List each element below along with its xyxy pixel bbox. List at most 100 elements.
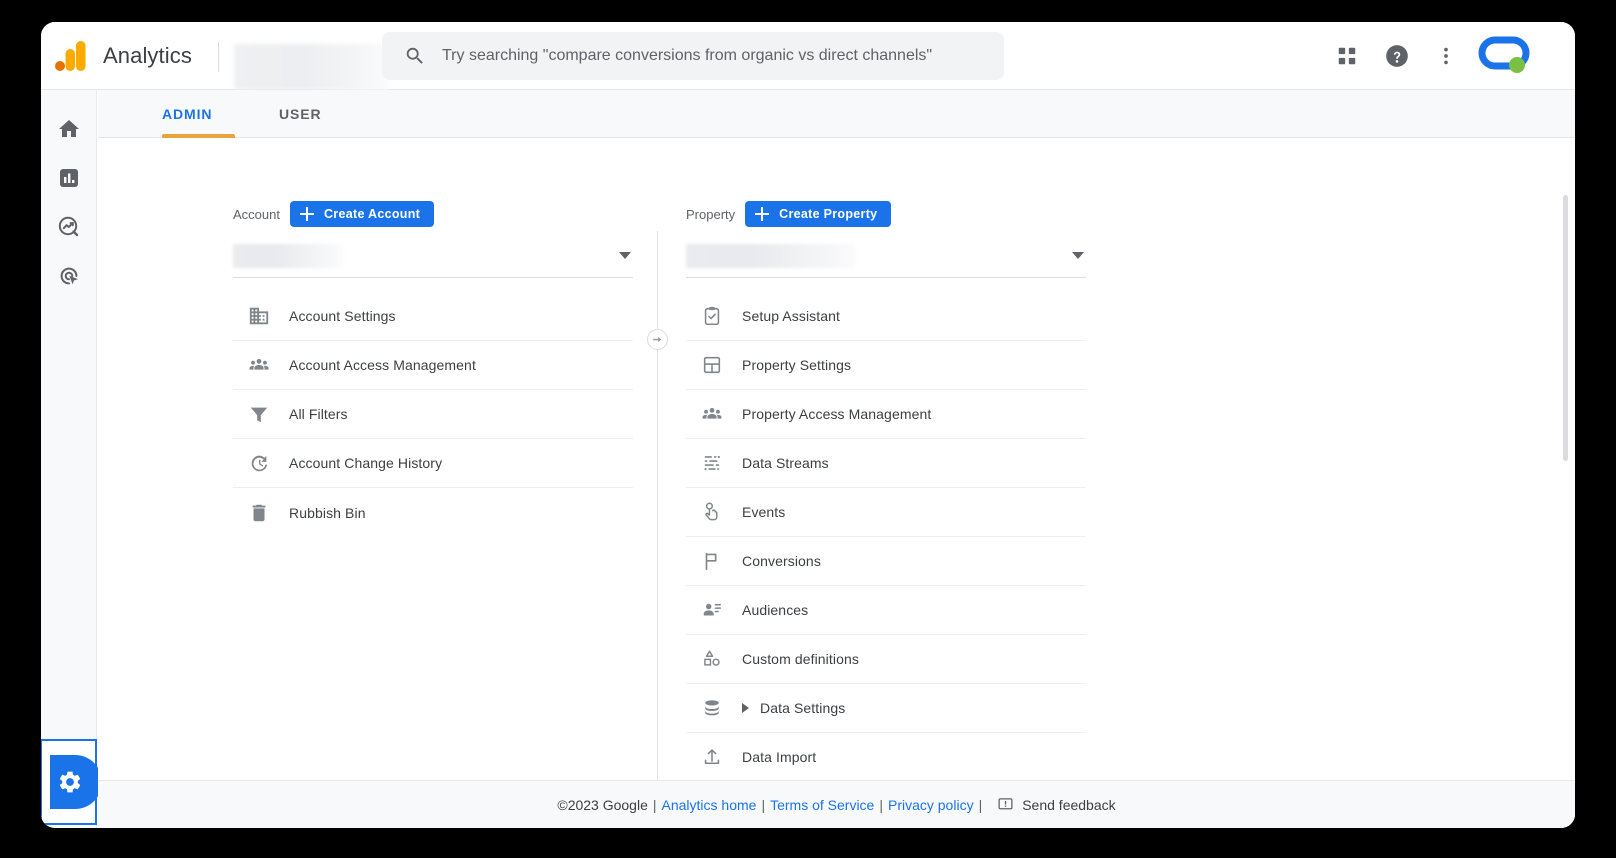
menu-item-all-filters[interactable]: All Filters: [233, 390, 633, 439]
sidebar-item-home[interactable]: [53, 113, 85, 145]
menu-item-data-import[interactable]: Data Import: [686, 733, 1086, 782]
apps-grid-icon[interactable]: [1327, 36, 1367, 76]
create-account-button[interactable]: Create Account: [289, 201, 435, 227]
menu-item-account-access-management[interactable]: Account Access Management: [233, 341, 633, 390]
target-cursor-icon: [60, 267, 78, 285]
clipboard-check-icon: [700, 304, 724, 328]
footer-separator: |: [879, 796, 883, 813]
send-feedback-label: Send feedback: [1022, 796, 1116, 813]
footer-link-analytics-home[interactable]: Analytics home: [662, 797, 757, 813]
data-streams-icon: [700, 451, 724, 475]
gear-icon: [56, 768, 84, 796]
upload-icon: [700, 745, 724, 769]
create-account-label: Create Account: [323, 207, 421, 221]
menu-item-label: Data Streams: [742, 455, 829, 471]
menu-item-account-settings[interactable]: Account Settings: [233, 292, 633, 341]
menu-item-label: Data Import: [742, 749, 817, 765]
screen-frame: Analytics Try searching "compare convers…: [0, 0, 1616, 858]
sidebar-item-advertising[interactable]: [53, 260, 85, 292]
admin-scroll-pane[interactable]: Account Create Account Account Settings …: [98, 139, 1575, 828]
property-selector-redacted-value: [686, 244, 856, 268]
search-input[interactable]: [440, 32, 990, 80]
account-selector[interactable]: [233, 242, 633, 278]
sidebar-item-admin[interactable]: [41, 739, 102, 825]
account-selector-redacted-value: [233, 244, 343, 268]
menu-item-label: Events: [742, 504, 786, 520]
menu-item-audiences[interactable]: Audiences: [686, 586, 1086, 635]
search-icon: [404, 45, 426, 67]
footer-separator: |: [652, 796, 657, 813]
tab-admin[interactable]: ADMIN: [162, 90, 212, 138]
history-clock-icon: [247, 451, 271, 475]
menu-item-property-settings[interactable]: Property Settings: [686, 341, 1086, 390]
analytics-window: Analytics Try searching "compare convers…: [41, 22, 1575, 828]
brand-divider: [218, 42, 219, 72]
menu-item-property-access-management[interactable]: Property Access Management: [686, 390, 1086, 439]
tab-active-underline: [162, 134, 235, 138]
expand-caret-icon[interactable]: [742, 703, 749, 713]
avatar[interactable]: [1473, 28, 1531, 86]
menu-item-rubbish-bin[interactable]: Rubbish Bin: [233, 488, 633, 537]
property-menu-list: Setup Assistant Property Settings Proper…: [686, 292, 1086, 828]
menu-item-data-streams[interactable]: Data Streams: [686, 439, 1086, 488]
people-group-icon: [700, 402, 724, 426]
footer-copyright: ©2023 Google: [557, 796, 648, 813]
sidebar-item-reports[interactable]: [53, 162, 85, 194]
explore-trend-icon: [58, 216, 79, 237]
layout-panel-icon: [700, 353, 724, 377]
column-divider: [657, 231, 658, 828]
menu-item-label: Account Access Management: [289, 357, 476, 373]
menu-item-events[interactable]: Events: [686, 488, 1086, 537]
account-column-header: Account Create Account: [233, 201, 435, 227]
footer: ©2023 Google | Analytics home | Terms of…: [98, 780, 1575, 828]
menu-item-label: Account Settings: [289, 308, 396, 324]
left-nav-rail: [41, 90, 102, 828]
scrollbar-thumb[interactable]: [1563, 195, 1568, 461]
trash-icon: [247, 501, 271, 525]
building-icon: [247, 304, 271, 328]
tap-hand-icon: [700, 500, 724, 524]
bar-chart-icon: [60, 169, 78, 187]
menu-item-setup-assistant[interactable]: Setup Assistant: [686, 292, 1086, 341]
footer-separator: |: [761, 796, 766, 813]
search-bar[interactable]: [382, 32, 1004, 80]
home-icon: [59, 120, 79, 137]
menu-item-label: Setup Assistant: [742, 308, 841, 324]
menu-item-label: All Filters: [289, 406, 348, 422]
chevron-down-icon: [619, 252, 631, 259]
menu-item-custom-definitions[interactable]: Custom definitions: [686, 635, 1086, 684]
plus-icon: [754, 206, 770, 222]
property-selector[interactable]: [686, 242, 1086, 278]
menu-item-label: Audiences: [742, 602, 809, 618]
database-icon: [700, 696, 724, 720]
people-group-icon: [247, 353, 271, 377]
footer-link-terms-of-service[interactable]: Terms of Service: [770, 797, 874, 813]
menu-item-conversions[interactable]: Conversions: [686, 537, 1086, 586]
property-column-header: Property Create Property: [686, 201, 892, 227]
chevron-down-icon: [1072, 252, 1084, 259]
top-app-bar: Analytics: [41, 22, 1575, 90]
account-name-redacted: [234, 44, 389, 90]
tab-user[interactable]: USER: [279, 90, 322, 138]
plus-icon: [299, 206, 315, 222]
admin-user-tabs: ADMIN USER: [98, 90, 1575, 138]
menu-item-label: Account Change History: [289, 455, 443, 471]
person-list-icon: [700, 598, 724, 622]
send-feedback-button[interactable]: Send feedback: [997, 796, 1116, 813]
arrow-right-circle-icon[interactable]: [647, 329, 668, 350]
sidebar-item-explore[interactable]: [53, 211, 85, 243]
account-column-label: Account: [233, 206, 280, 222]
more-vertical-icon[interactable]: [1426, 36, 1466, 76]
menu-item-label: Property Settings: [742, 357, 852, 373]
shapes-icon: [700, 647, 724, 671]
feedback-icon: [997, 796, 1014, 813]
page-title: Analytics: [103, 43, 192, 68]
menu-item-label: Rubbish Bin: [289, 504, 366, 521]
footer-separator: |: [978, 796, 983, 813]
menu-item-account-change-history[interactable]: Account Change History: [233, 439, 633, 488]
help-circle-icon[interactable]: [1377, 36, 1417, 76]
flag-icon: [700, 549, 724, 573]
footer-link-privacy-policy[interactable]: Privacy policy: [888, 797, 974, 813]
menu-item-data-settings[interactable]: Data Settings: [686, 684, 1086, 733]
create-property-button[interactable]: Create Property: [745, 201, 892, 227]
